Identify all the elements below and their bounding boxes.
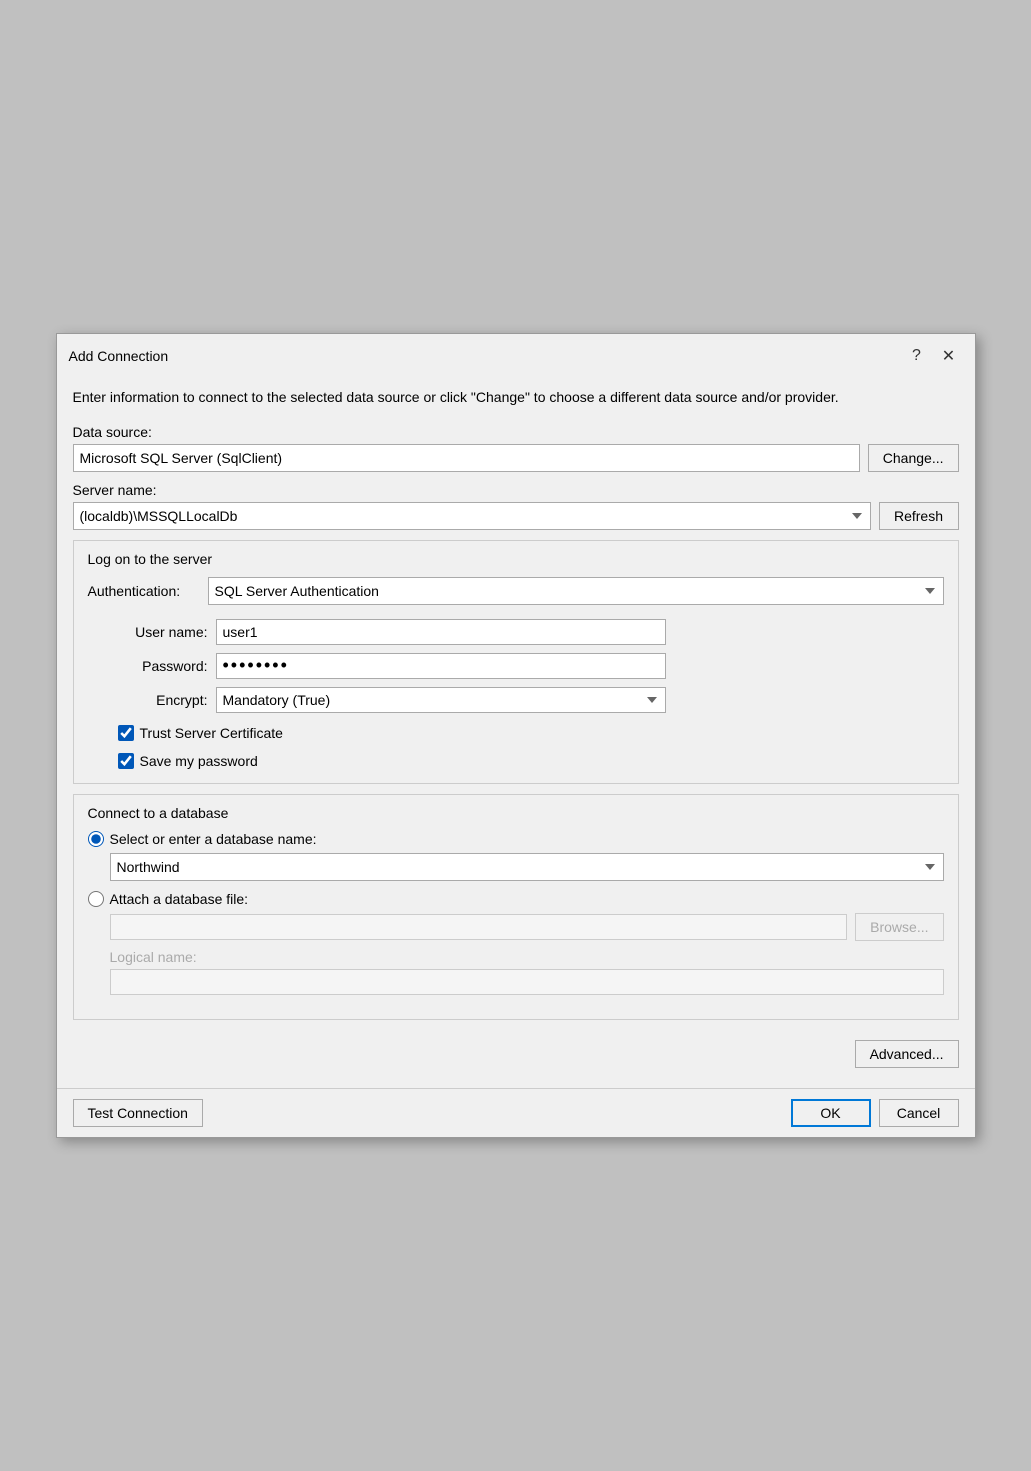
data-source-input[interactable] (73, 444, 860, 472)
auth-row: Authentication: Windows AuthenticationSQ… (88, 577, 944, 605)
connect-db-title: Connect to a database (88, 805, 944, 821)
password-row: Password: (118, 653, 944, 679)
select-db-radio-label: Select or enter a database name: (110, 831, 317, 847)
database-dropdown[interactable]: Northwindmastertempdb (110, 853, 944, 881)
trust-cert-checkbox[interactable] (118, 725, 134, 741)
auth-label: Authentication: (88, 583, 198, 599)
username-row: User name: (118, 619, 944, 645)
browse-button: Browse... (855, 913, 943, 941)
description-text: Enter information to connect to the sele… (73, 388, 959, 408)
data-source-label: Data source: (73, 424, 959, 440)
advanced-section: Advanced... (73, 1040, 959, 1068)
password-input[interactable] (216, 653, 666, 679)
encrypt-dropdown[interactable]: Mandatory (True)Optional (False)Strict (… (216, 687, 666, 713)
save-password-row: Save my password (118, 753, 944, 769)
username-label: User name: (118, 624, 208, 640)
title-bar: Add Connection ? ✕ (57, 334, 975, 376)
footer: Test Connection OK Cancel (57, 1088, 975, 1137)
trust-cert-row: Trust Server Certificate (118, 725, 944, 741)
log-on-title: Log on to the server (88, 551, 944, 567)
refresh-button[interactable]: Refresh (879, 502, 959, 530)
connect-db-section: Connect to a database Select or enter a … (73, 794, 959, 1020)
authentication-dropdown[interactable]: Windows AuthenticationSQL Server Authent… (208, 577, 944, 605)
username-input[interactable] (216, 619, 666, 645)
attach-db-radio[interactable] (88, 891, 104, 907)
cancel-button[interactable]: Cancel (879, 1099, 959, 1127)
server-name-dropdown[interactable]: (localdb)\MSSQLLocalDb (73, 502, 871, 530)
advanced-button[interactable]: Advanced... (855, 1040, 959, 1068)
server-name-label: Server name: (73, 482, 959, 498)
add-connection-dialog: Add Connection ? ✕ Enter information to … (56, 333, 976, 1138)
encrypt-row: Encrypt: Mandatory (True)Optional (False… (118, 687, 944, 713)
save-password-checkbox[interactable] (118, 753, 134, 769)
select-db-radio-row: Select or enter a database name: (88, 831, 944, 847)
test-connection-button[interactable]: Test Connection (73, 1099, 203, 1127)
attach-db-radio-row: Attach a database file: (88, 891, 944, 907)
encrypt-label: Encrypt: (118, 692, 208, 708)
log-on-section: Log on to the server Authentication: Win… (73, 540, 959, 784)
close-button[interactable]: ✕ (935, 342, 963, 370)
select-db-radio[interactable] (88, 831, 104, 847)
server-name-section: Server name: (localdb)\MSSQLLocalDb Refr… (73, 482, 959, 530)
database-name-indent: Northwindmastertempdb (88, 853, 944, 881)
logical-name-label: Logical name: (110, 949, 944, 965)
credentials-grid: User name: Password: Encrypt: Mandatory … (88, 619, 944, 769)
save-password-label: Save my password (140, 753, 258, 769)
password-label: Password: (118, 658, 208, 674)
attach-db-radio-label: Attach a database file: (110, 891, 249, 907)
attach-file-input (110, 914, 848, 940)
attach-file-row: Browse... (110, 913, 944, 941)
logical-name-input (110, 969, 944, 995)
trust-cert-label: Trust Server Certificate (140, 725, 283, 741)
change-button[interactable]: Change... (868, 444, 959, 472)
dialog-body: Enter information to connect to the sele… (57, 376, 975, 1088)
help-button[interactable]: ? (903, 342, 931, 370)
footer-right: OK Cancel (791, 1099, 959, 1127)
data-source-section: Data source: Change... (73, 424, 959, 472)
dialog-title: Add Connection (69, 348, 169, 364)
attach-db-indent: Browse... Logical name: (88, 913, 944, 995)
ok-button[interactable]: OK (791, 1099, 871, 1127)
